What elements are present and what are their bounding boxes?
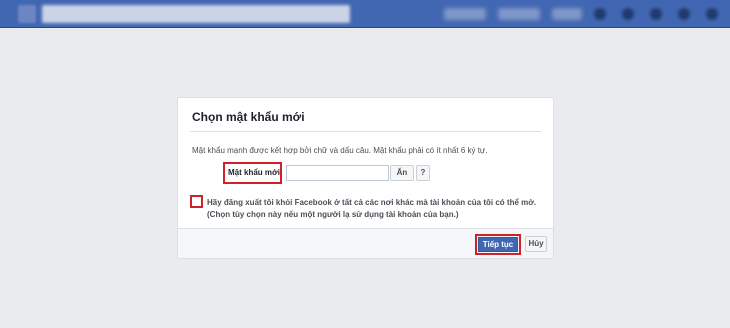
notifications-icon[interactable] [650, 8, 662, 20]
new-password-input[interactable] [286, 165, 389, 181]
top-navigation-bar [0, 0, 730, 28]
messages-icon[interactable] [622, 8, 634, 20]
password-hint: Mật khẩu mạnh được kết hợp bởi chữ và dấ… [192, 146, 488, 155]
continue-highlight: Tiếp tục [475, 234, 521, 255]
find-friends-link[interactable] [552, 8, 582, 20]
password-help-button[interactable]: ? [416, 165, 430, 181]
facebook-logo-icon[interactable] [18, 5, 36, 23]
divider [190, 131, 541, 132]
menu-icon[interactable] [706, 8, 718, 20]
profile-link[interactable] [444, 8, 486, 20]
new-password-dialog: Chọn mật khẩu mới Mật khẩu mạnh được kết… [177, 97, 554, 259]
dialog-footer: Tiếp tục Hủy [178, 228, 553, 258]
help-icon[interactable] [678, 8, 690, 20]
continue-button[interactable]: Tiếp tục [478, 237, 518, 252]
hide-password-button[interactable]: Ẩn [390, 165, 414, 181]
cancel-button[interactable]: Hủy [525, 236, 547, 252]
dialog-title: Chọn mật khẩu mới [192, 110, 305, 124]
logout-everywhere-label: Hãy đăng xuất tôi khỏi Facebook ở tất cả… [207, 198, 537, 219]
logout-everywhere-checkbox[interactable] [190, 195, 203, 208]
home-link[interactable] [498, 8, 540, 20]
new-password-label: Mật khẩu mới [223, 162, 282, 184]
friend-requests-icon[interactable] [594, 8, 606, 20]
search-input[interactable] [42, 5, 350, 23]
